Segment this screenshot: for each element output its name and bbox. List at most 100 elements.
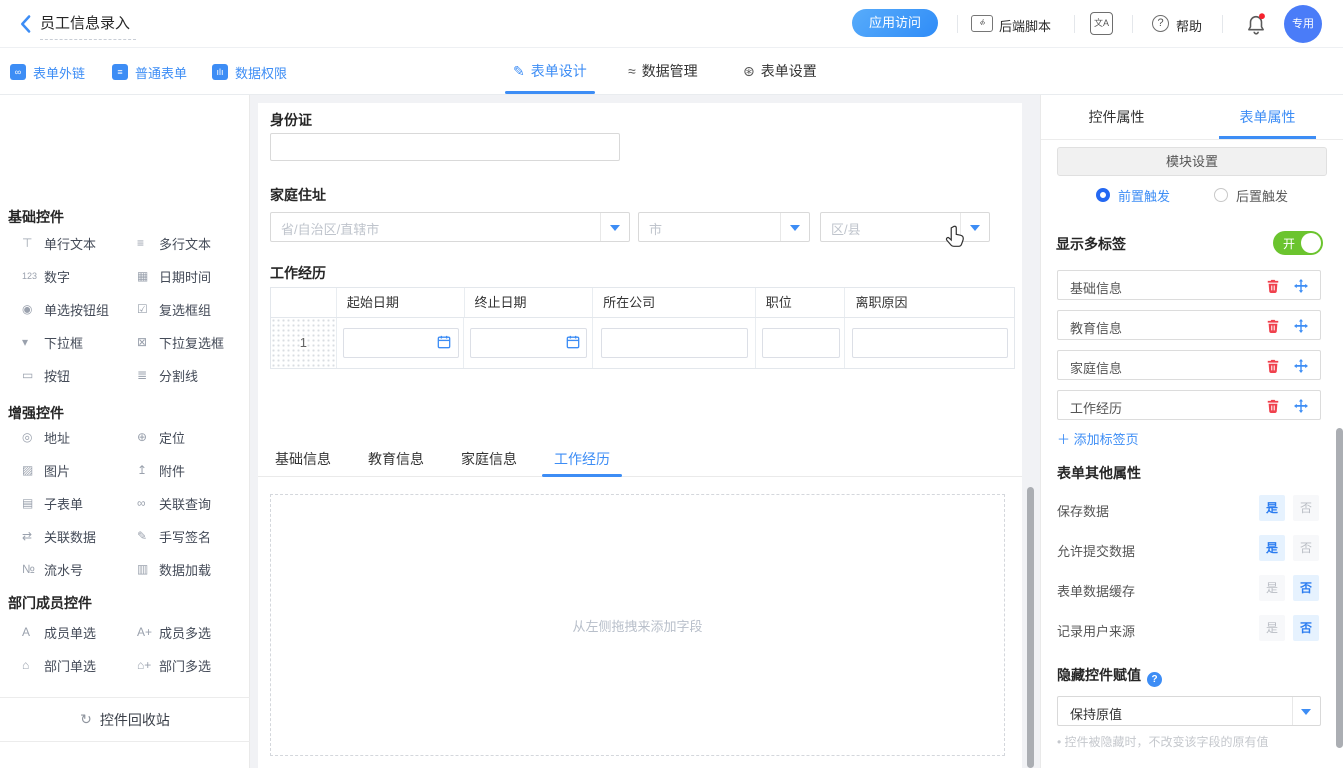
control-member-single[interactable]: A成员单选 — [22, 624, 137, 640]
control-recycle-bin[interactable]: ↻ 控件回收站 — [0, 697, 250, 742]
canvas-tab-basic-info[interactable]: 基础信息 — [263, 443, 343, 476]
divider — [1222, 15, 1223, 33]
control-image[interactable]: ▨图片 — [22, 462, 137, 478]
col-leave-reason: 离职原因 — [844, 288, 1014, 317]
page-title[interactable]: 员工信息录入 — [40, 12, 136, 40]
control-single-line-text[interactable]: ⊤单行文本 — [22, 235, 137, 251]
move-icon[interactable] — [1294, 279, 1308, 293]
move-icon[interactable] — [1294, 399, 1308, 413]
yes-button[interactable]: 是 — [1259, 575, 1285, 601]
avatar[interactable]: 专用 — [1284, 5, 1322, 43]
notification-bell-icon[interactable] — [1245, 12, 1267, 36]
tag-item-basic-info[interactable]: 基础信息 — [1057, 270, 1321, 300]
radio-pre-trigger[interactable]: 前置触发 — [1096, 185, 1170, 205]
control-multi-line-text[interactable]: ≡多行文本 — [137, 235, 242, 251]
tag-item-education-info[interactable]: 教育信息 — [1057, 310, 1321, 340]
question-icon[interactable]: ? — [1147, 672, 1162, 687]
control-dept-multi[interactable]: ⌂+部门多选 — [137, 657, 242, 673]
hidden-value-select[interactable]: 保持原值 — [1057, 696, 1321, 726]
row-index[interactable]: 1 — [271, 318, 336, 368]
app-header: 员工信息录入 应用访问 ‹/› 后端脚本 文A ? 帮助 专用 — [0, 0, 1343, 48]
code-icon: ‹/› — [971, 15, 993, 32]
delete-icon[interactable] — [1266, 279, 1280, 293]
control-serial-number[interactable]: №流水号 — [22, 561, 137, 577]
control-divider[interactable]: ≣分割线 — [137, 367, 242, 383]
col-index — [271, 288, 336, 317]
multi-line-text-icon: ≡ — [137, 236, 159, 250]
tab-form-settings[interactable]: ⊛ 表单设置 — [743, 48, 817, 94]
calendar-icon[interactable] — [566, 335, 580, 349]
control-member-multi[interactable]: A+成员多选 — [137, 624, 242, 640]
delete-icon[interactable] — [1266, 399, 1280, 413]
no-button[interactable]: 否 — [1293, 535, 1319, 561]
district-select[interactable]: 区/县 — [820, 212, 990, 242]
divider — [957, 15, 958, 33]
field-label-home-address: 家庭住址 — [270, 185, 326, 205]
control-related-query[interactable]: ∞关联查询 — [137, 495, 242, 511]
add-tab-button[interactable]: ＋ 添加标签页 — [1057, 429, 1139, 448]
control-location[interactable]: ⊕定位 — [137, 429, 242, 445]
position-input[interactable] — [762, 328, 840, 358]
panel-scrollbar[interactable] — [1336, 428, 1343, 748]
tag-item-family-info[interactable]: 家庭信息 — [1057, 350, 1321, 380]
multi-tab-toggle[interactable]: 开 — [1273, 231, 1323, 255]
tab-form-properties[interactable]: 表单属性 — [1192, 95, 1343, 139]
no-button[interactable]: 否 — [1293, 575, 1319, 601]
city-select[interactable]: 市 — [638, 212, 810, 242]
col-end-date: 终止日期 — [464, 288, 593, 317]
calendar-icon[interactable] — [437, 335, 451, 349]
control-button[interactable]: ▭按钮 — [22, 367, 137, 383]
form-external-link-button[interactable]: ∞ 表单外链 — [10, 63, 85, 81]
control-multi-select[interactable]: ⊠下拉复选框 — [137, 334, 242, 350]
drag-dropzone[interactable]: 从左侧拖拽来添加字段 — [270, 494, 1005, 756]
data-permission-button[interactable]: ılı 数据权限 — [212, 63, 287, 81]
control-number[interactable]: 123数字 — [22, 268, 137, 284]
tag-item-work-history[interactable]: 工作经历 — [1057, 390, 1321, 420]
yes-button[interactable]: 是 — [1259, 615, 1285, 641]
control-radio-group[interactable]: ◉单选按钮组 — [22, 301, 137, 317]
move-icon[interactable] — [1294, 319, 1308, 333]
no-button[interactable]: 否 — [1293, 615, 1319, 641]
backend-script-button[interactable]: 后端脚本 — [999, 16, 1051, 35]
tab-data-management[interactable]: ≈ 数据管理 — [628, 48, 698, 94]
delete-icon[interactable] — [1266, 359, 1280, 373]
id-card-input[interactable] — [270, 133, 620, 161]
tab-control-properties[interactable]: 控件属性 — [1041, 95, 1192, 139]
move-icon[interactable] — [1294, 359, 1308, 373]
control-attachment[interactable]: ↥附件 — [137, 462, 242, 478]
module-settings-button[interactable]: 模块设置 — [1057, 147, 1327, 176]
control-subform[interactable]: ▤子表单 — [22, 495, 137, 511]
leave-reason-input[interactable] — [852, 328, 1008, 358]
company-input[interactable] — [601, 328, 748, 358]
no-button[interactable]: 否 — [1293, 495, 1319, 521]
canvas-tab-family-info[interactable]: 家庭信息 — [449, 443, 529, 476]
dept-single-icon: ⌂ — [22, 658, 44, 672]
address-icon: ◎ — [22, 430, 44, 444]
back-icon[interactable] — [16, 14, 36, 34]
yes-button[interactable]: 是 — [1259, 535, 1285, 561]
control-datetime[interactable]: ▦日期时间 — [137, 268, 242, 284]
province-select[interactable]: 省/自治区/直辖市 — [270, 212, 630, 242]
control-dept-single[interactable]: ⌂部门单选 — [22, 657, 137, 673]
radio-post-trigger[interactable]: 后置触发 — [1214, 185, 1288, 205]
tab-form-design[interactable]: ✎ 表单设计 — [513, 48, 587, 94]
translate-icon[interactable]: 文A — [1090, 12, 1113, 35]
control-data-load[interactable]: ▥数据加载 — [137, 561, 242, 577]
normal-form-button[interactable]: ≡ 普通表单 — [112, 63, 187, 81]
basic-controls-grid: ⊤单行文本 ≡多行文本 123数字 ▦日期时间 ◉单选按钮组 ☑复选框组 ▾下拉… — [22, 235, 242, 383]
control-signature[interactable]: ✎手写签名 — [137, 528, 242, 544]
yes-button[interactable]: 是 — [1259, 495, 1285, 521]
cell-company — [592, 318, 755, 368]
form-settings-icon: ⊛ — [743, 63, 755, 80]
app-access-button[interactable]: 应用访问 — [852, 9, 938, 37]
help-icon[interactable]: ? — [1152, 15, 1169, 32]
control-related-data[interactable]: ⇄关联数据 — [22, 528, 137, 544]
control-checkbox-group[interactable]: ☑复选框组 — [137, 301, 242, 317]
canvas-tab-education-info[interactable]: 教育信息 — [356, 443, 436, 476]
help-button[interactable]: 帮助 — [1176, 16, 1202, 35]
canvas-scrollbar[interactable] — [1027, 487, 1034, 768]
canvas-tab-work-history[interactable]: 工作经历 — [542, 443, 622, 476]
delete-icon[interactable] — [1266, 319, 1280, 333]
control-select[interactable]: ▾下拉框 — [22, 334, 137, 350]
control-address[interactable]: ◎地址 — [22, 429, 137, 445]
